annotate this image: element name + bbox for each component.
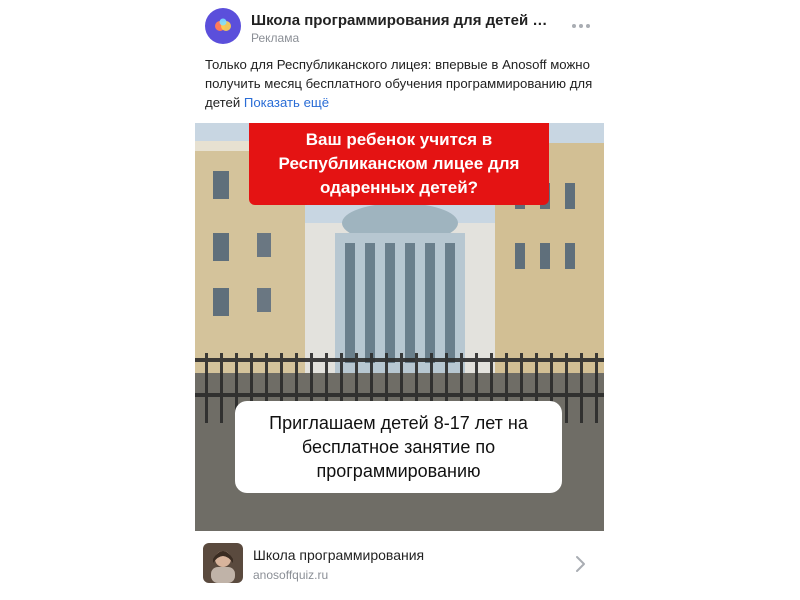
more-dots-icon[interactable]: [568, 18, 594, 34]
chevron-right-icon[interactable]: [574, 555, 588, 573]
brand-avatar[interactable]: [205, 8, 241, 44]
author-name[interactable]: Школа программирования для детей | A...: [251, 12, 551, 29]
left-background: [0, 0, 195, 600]
ad-image[interactable]: Ваш ребенок учится в Республиканском лиц…: [195, 123, 604, 531]
link-thumbnail: [203, 543, 243, 583]
top-red-banner: Ваш ребенок учится в Республиканском лиц…: [249, 123, 549, 205]
right-background: [604, 0, 800, 600]
link-title[interactable]: Школа программирования: [253, 547, 424, 563]
post-header: Школа программирования для детей | A... …: [205, 8, 594, 48]
anosoff-logo-icon: [215, 18, 231, 31]
ad-post-card: Школа программирования для детей | A... …: [195, 0, 604, 600]
post-text: Только для Республиканского лицея: вперв…: [205, 55, 597, 112]
ad-label: Реклама: [251, 31, 300, 45]
child-photo-icon: [203, 543, 243, 583]
bottom-white-banner: Приглашаем детей 8-17 лет на бесплатное …: [235, 401, 562, 493]
show-more-link[interactable]: Показать ещё: [244, 95, 329, 110]
link-url[interactable]: anosoffquiz.ru: [253, 568, 328, 582]
link-footer[interactable]: Школа программирования anosoffquiz.ru: [195, 531, 604, 600]
